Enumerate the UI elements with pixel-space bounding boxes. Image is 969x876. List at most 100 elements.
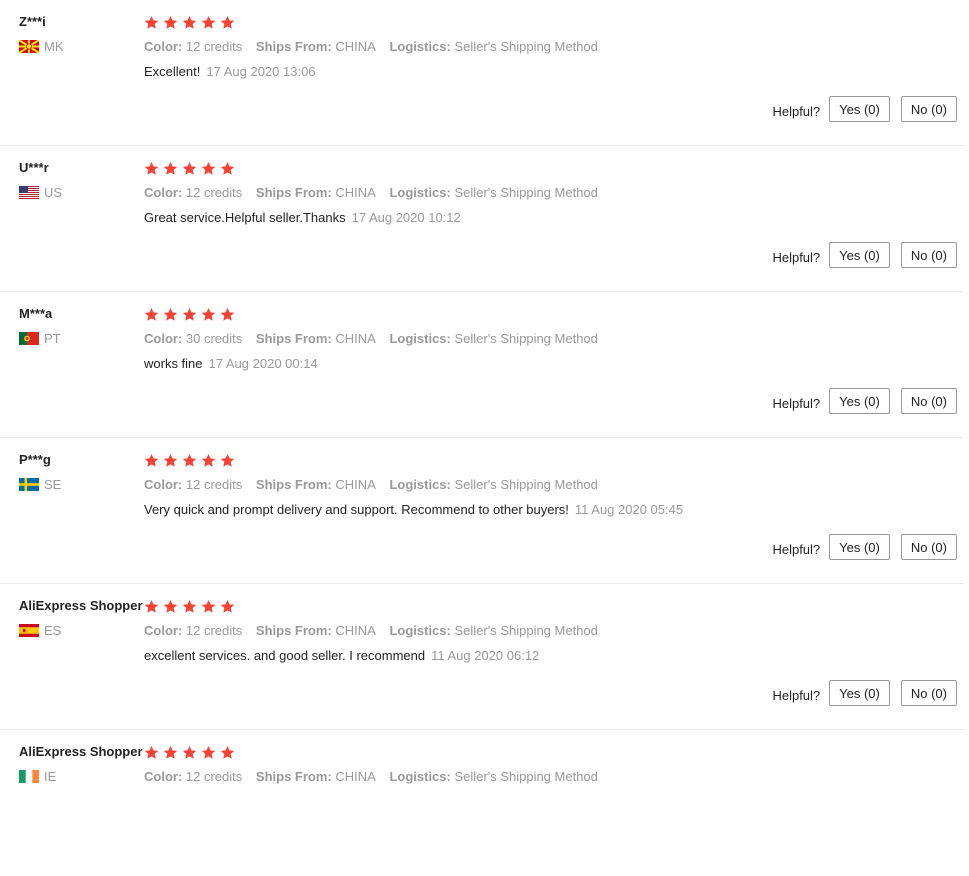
review-feedback: Great service.Helpful seller.Thanks 17 Au… [144,209,944,227]
reviewer-info: U***r US [19,159,139,200]
review-content: Color: 30 credits Ships From: CHINA Logi… [144,305,944,373]
attr-logistics: Logistics: Seller's Shipping Method [389,477,597,492]
order-attributes: Color: 12 credits Ships From: CHINA Logi… [144,476,944,494]
attr-color-label: Color: [144,185,183,200]
flag-se-icon [19,477,39,491]
attr-color-label: Color: [144,477,183,492]
attr-ships-from: Ships From: CHINA [256,623,376,638]
reviewer-country: SE [19,476,139,492]
attr-ships-from-value: CHINA [335,331,376,346]
attr-ships-from-label: Ships From: [255,331,332,346]
review-content: Color: 12 credits Ships From: CHINA Logi… [144,13,944,81]
review-item: M***a PT Color: 30 credits Ships From: C… [0,292,963,438]
reviewer-name: Z***i [19,14,46,29]
attr-logistics-value: Seller's Shipping Method [454,185,598,200]
attr-ships-from-value: CHINA [335,477,376,492]
star-icon [220,745,235,759]
attr-color-label: Color: [144,623,183,638]
attr-color-value: 12 credits [185,769,243,784]
attr-logistics-label: Logistics: [389,623,451,638]
review-text: Very quick and prompt delivery and suppo… [144,502,569,517]
attr-ships-from-label: Ships From: [255,185,332,200]
helpful-yes-button[interactable]: Yes (0) [829,534,890,560]
attr-logistics-value: Seller's Shipping Method [454,623,598,638]
review-time: 17 Aug 2020 10:12 [351,210,461,225]
helpful-yes-button[interactable]: Yes (0) [829,242,890,268]
attr-ships-from-value: CHINA [335,39,376,54]
helpful-label: Helpful? [772,103,821,119]
country-code: SE [44,476,62,492]
country-code: US [44,184,63,200]
helpful-yes-button[interactable]: Yes (0) [829,388,890,414]
helpful-vote: Helpful? Yes (0) No (0) [772,388,957,414]
helpful-label: Helpful? [772,249,821,265]
star-icon [163,453,178,467]
star-icon [182,161,197,175]
helpful-vote: Helpful? Yes (0) No (0) [772,680,957,706]
attr-logistics-label: Logistics: [389,185,451,200]
country-code: IE [44,768,57,784]
attr-logistics: Logistics: Seller's Shipping Method [389,623,597,638]
reviewer-info: Z***i MK [19,13,139,54]
order-attributes: Color: 12 credits Ships From: CHINA Logi… [144,768,944,786]
review-item: P***g SE Color: 12 credits Ships From: C… [0,438,963,584]
order-attributes: Color: 12 credits Ships From: CHINA Logi… [144,622,944,640]
review-feedback: works fine 17 Aug 2020 00:14 [144,355,944,373]
attr-logistics: Logistics: Seller's Shipping Method [389,39,597,54]
attr-ships-from: Ships From: CHINA [256,185,376,200]
helpful-label: Helpful? [772,687,821,703]
attr-ships-from: Ships From: CHINA [256,331,376,346]
review-text: Excellent! [144,64,201,79]
helpful-vote: Helpful? Yes (0) No (0) [772,534,957,560]
attr-logistics-label: Logistics: [389,477,451,492]
helpful-no-button[interactable]: No (0) [900,534,957,560]
review-list: Z***i MK Color: 12 credits Ships From: C… [0,0,969,876]
attr-logistics-label: Logistics: [389,769,451,784]
star-icon [201,307,216,321]
reviewer-info: AliExpress Shopper ES [19,597,143,638]
flag-pt-icon [19,331,39,345]
star-icon [182,745,197,759]
attr-color: Color: 12 credits [144,39,242,54]
reviewer-country: MK [19,38,139,54]
attr-ships-from: Ships From: CHINA [256,769,376,784]
attr-color-value: 12 credits [185,623,243,638]
attr-logistics: Logistics: Seller's Shipping Method [389,185,597,200]
star-icon [220,453,235,467]
star-icon [182,307,197,321]
attr-color-label: Color: [144,331,183,346]
star-icon [182,453,197,467]
star-icon [163,745,178,759]
helpful-yes-button[interactable]: Yes (0) [829,680,890,706]
helpful-no-button[interactable]: No (0) [900,388,957,414]
star-icon [220,161,235,175]
review-item: AliExpress Shopper ES Color: 12 credits [0,584,963,730]
attr-ships-from: Ships From: CHINA [256,477,376,492]
star-icon [144,307,159,321]
helpful-label: Helpful? [772,395,821,411]
review-text: excellent services. and good seller. I r… [144,648,426,663]
reviewer-info: M***a PT [19,305,139,346]
attr-logistics-label: Logistics: [389,39,451,54]
reviewer-info: P***g SE [19,451,139,492]
review-content: Color: 12 credits Ships From: CHINA Logi… [144,597,944,665]
helpful-no-button[interactable]: No (0) [900,680,957,706]
attr-ships-from-label: Ships From: [255,477,332,492]
review-feedback: Excellent! 17 Aug 2020 13:06 [144,63,944,81]
review-item: U***r US Color: 12 credits Ships From: C… [0,146,963,292]
order-attributes: Color: 12 credits Ships From: CHINA Logi… [144,38,944,56]
helpful-no-button[interactable]: No (0) [900,96,957,122]
star-icon [201,599,216,613]
star-icon [163,15,178,29]
order-attributes: Color: 30 credits Ships From: CHINA Logi… [144,330,944,348]
attr-logistics-value: Seller's Shipping Method [454,331,598,346]
helpful-no-button[interactable]: No (0) [900,242,957,268]
attr-ships-from-label: Ships From: [255,769,332,784]
star-icon [201,745,216,759]
reviewer-name: P***g [19,452,51,467]
flag-mk-icon [19,39,39,53]
attr-color-value: 30 credits [185,331,243,346]
rating-stars [144,597,944,615]
attr-ships-from-label: Ships From: [255,623,332,638]
helpful-yes-button[interactable]: Yes (0) [829,96,890,122]
